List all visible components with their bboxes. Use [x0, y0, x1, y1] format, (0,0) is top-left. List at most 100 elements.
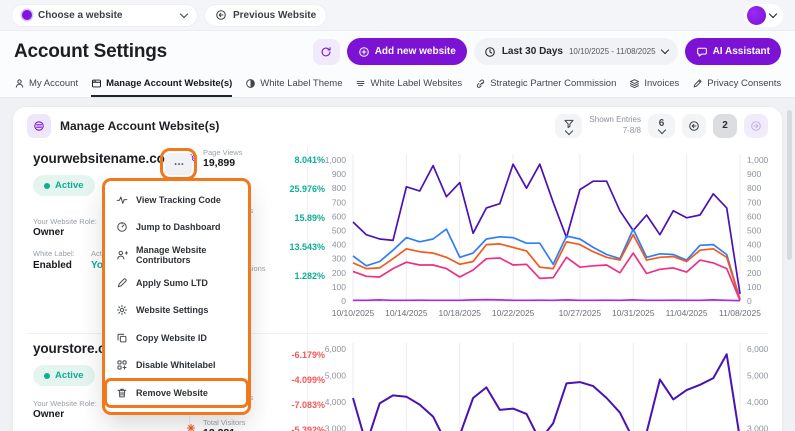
svg-text:100: 100: [747, 282, 761, 292]
role-label: Your Website Role:: [33, 217, 97, 226]
svg-text:10/10/2025: 10/10/2025: [332, 308, 375, 318]
chat-icon: [696, 46, 708, 58]
svg-text:10/31/2025: 10/31/2025: [612, 308, 655, 318]
previous-website-label: Previous Website: [233, 9, 317, 21]
menu-item-website-settings[interactable]: Website Settings: [105, 296, 248, 324]
date-range-picker[interactable]: Last 30 Days 10/10/2025 - 11/08/2025: [473, 38, 678, 65]
tab-strategic-partner-commission[interactable]: Strategic Partner Commission: [475, 78, 616, 97]
svg-text:4,000: 4,000: [325, 397, 347, 407]
svg-text:10/22/2025: 10/22/2025: [492, 308, 535, 318]
chart-canvas: 6,000 6,000 5,000 5,000 4,000 4,000 3,000 3,000: [325, 343, 769, 431]
menu-item-copy-website-id[interactable]: Copy Website ID: [105, 324, 248, 352]
pagination-next-button[interactable]: [744, 113, 768, 138]
arrow-left-circle-icon: [688, 120, 700, 132]
menu-item-disable-whitelabel[interactable]: Disable Whitelabel: [105, 352, 248, 380]
svg-text:5,000: 5,000: [747, 371, 769, 381]
page-header: Account Settings Add new website Last 30…: [0, 31, 795, 72]
pen-tag-icon: [116, 277, 128, 289]
svg-text:200: 200: [747, 268, 761, 278]
tab-label: Manage Account Website(s): [106, 78, 233, 89]
svg-text:900: 900: [747, 169, 761, 179]
svg-text:500: 500: [332, 226, 346, 236]
top-bar: Choose a website Previous Website: [0, 0, 795, 31]
role-value: Owner: [33, 409, 65, 420]
trash-icon: [116, 387, 128, 399]
tab-white-label-websites[interactable]: White Label Websites: [355, 78, 462, 97]
grid-icon: [116, 359, 128, 371]
svg-text:700: 700: [332, 197, 346, 207]
menu-item-manage-website-contributors[interactable]: Manage Website Contributors: [105, 241, 248, 269]
menu-item-remove-website[interactable]: Remove Website: [104, 378, 249, 408]
status-badge: Active: [33, 175, 95, 196]
chevron-down-icon: [179, 9, 189, 18]
ai-assistant-label: AI Assistant: [712, 46, 770, 57]
user-menu[interactable]: [744, 3, 783, 27]
svg-text:1,000: 1,000: [747, 155, 769, 165]
pagination-current-page[interactable]: 2: [713, 113, 737, 138]
tab-label: Strategic Partner Commission: [490, 78, 617, 89]
ellipsis-icon: [173, 158, 185, 170]
svg-text:400: 400: [332, 240, 346, 250]
svg-text:600: 600: [747, 211, 761, 221]
gear-icon: [116, 304, 128, 316]
previous-website-button[interactable]: Previous Website: [205, 4, 327, 26]
main-area: Manage Account Website(s) Shown Entries …: [0, 98, 795, 431]
svg-text:6,000: 6,000: [325, 344, 347, 354]
menu-item-apply-sumo-ltd[interactable]: Apply Sumo LTD: [105, 269, 248, 297]
svg-text:10/18/2025: 10/18/2025: [438, 308, 481, 318]
menu-item-label: Manage Website Contributors: [136, 244, 207, 265]
ai-assistant-button[interactable]: AI Assistant: [684, 38, 781, 65]
card-header: Manage Account Website(s) Shown Entries …: [13, 107, 782, 144]
role-value: Owner: [33, 227, 65, 238]
scrollbar-thumb[interactable]: [787, 110, 792, 260]
tab-white-label-theme[interactable]: White Label Theme: [245, 78, 342, 97]
svg-text:11/04/2025: 11/04/2025: [666, 308, 708, 318]
shown-entries: Shown Entries 7-8/8: [589, 115, 641, 136]
refresh-button[interactable]: [312, 38, 340, 65]
status-label: Active: [55, 180, 84, 191]
pagination-prev-button[interactable]: [682, 113, 706, 138]
website-dot-icon: [22, 10, 32, 20]
chevron-down-icon: [768, 9, 778, 18]
clock-icon: [484, 46, 496, 58]
status-dot-icon: [44, 182, 50, 189]
per-page-select[interactable]: 6: [648, 113, 675, 138]
menu-item-view-tracking-code[interactable]: View Tracking Code: [105, 186, 248, 214]
choose-website-label: Choose a website: [38, 9, 123, 21]
svg-text:400: 400: [747, 240, 761, 250]
manage-websites-card: Manage Account Website(s) Shown Entries …: [12, 106, 783, 431]
lines-icon: [355, 78, 366, 89]
menu-item-label: Disable Whitelabel: [136, 360, 216, 371]
avatar: [747, 5, 766, 25]
menu-item-label: Website Settings: [136, 305, 209, 316]
svg-text:600: 600: [332, 211, 346, 221]
add-new-website-button[interactable]: Add new website: [346, 38, 467, 65]
menu-item-label: View Tracking Code: [136, 194, 221, 205]
website-actions-menu-button[interactable]: [160, 148, 197, 180]
svg-text:200: 200: [332, 268, 346, 278]
svg-text:900: 900: [332, 169, 346, 179]
status-dot-icon: [44, 372, 50, 379]
tab-manage-account-website-s[interactable]: Manage Account Website(s): [91, 78, 233, 97]
white-label-value: Enabled: [33, 260, 72, 271]
choose-website-dropdown[interactable]: Choose a website: [12, 4, 197, 26]
filter-button[interactable]: [555, 113, 583, 138]
svg-text:800: 800: [332, 183, 346, 193]
tab-my-account[interactable]: My Account: [14, 78, 78, 97]
tab-privacy-consents[interactable]: Privacy Consents: [692, 78, 781, 97]
tab-invoices[interactable]: Invoices: [629, 78, 679, 97]
svg-text:11/08/2025: 11/08/2025: [719, 308, 761, 318]
link-icon: [475, 78, 486, 89]
svg-text:700: 700: [747, 197, 761, 207]
menu-item-label: Apply Sumo LTD: [136, 277, 208, 288]
stat-total-visitors: Total Visitors12,281-5.392%: [186, 416, 325, 431]
app-window: Choose a website Previous Website Accoun…: [0, 0, 795, 431]
shown-entries-label: Shown Entries: [589, 115, 641, 125]
svg-text:3,000: 3,000: [747, 424, 769, 431]
role-label: Your Website Role:: [33, 399, 97, 408]
svg-text:100: 100: [332, 282, 346, 292]
menu-item-jump-to-dashboard[interactable]: Jump to Dashboard: [105, 214, 248, 242]
database-icon: [33, 120, 45, 132]
status-label: Active: [55, 370, 84, 381]
svg-text:300: 300: [747, 254, 761, 264]
